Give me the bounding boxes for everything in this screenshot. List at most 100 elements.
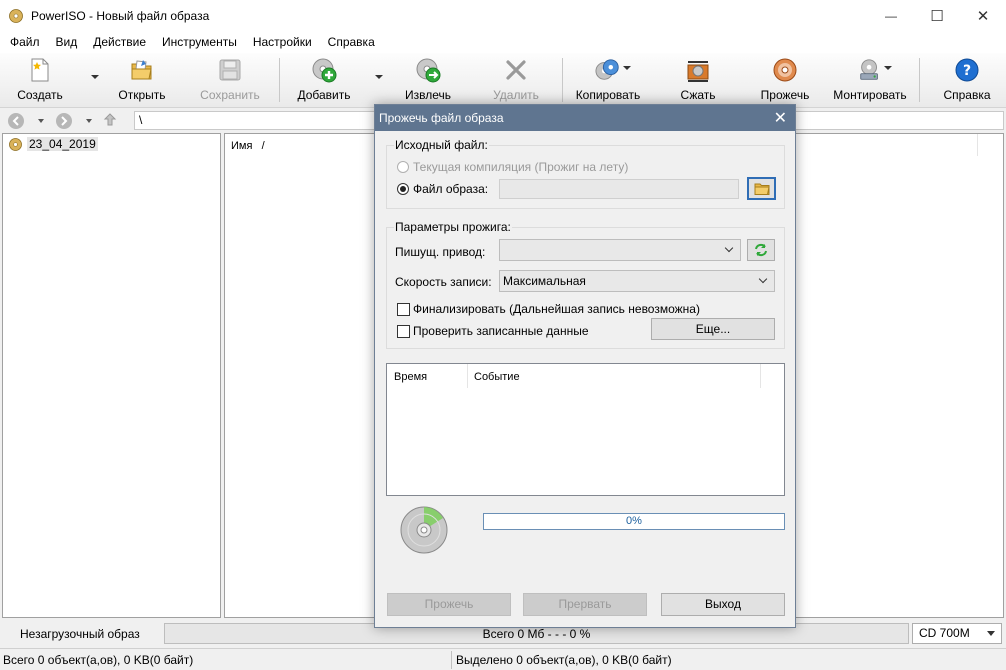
objects-selected: Выделено 0 объект(а,ов), 0 KB(0 байт) (456, 653, 672, 667)
disc-icon (9, 8, 23, 23)
delete-label: Удалить (493, 88, 539, 102)
status-separator (451, 651, 452, 669)
dialog-close-icon[interactable]: ✕ (774, 108, 787, 128)
column-header-event[interactable]: Событие (474, 371, 520, 383)
drive-select[interactable] (499, 239, 741, 261)
radio-image-label: Файл образа: (413, 182, 489, 196)
menu-file[interactable]: Файл (2, 35, 48, 49)
total-size-text: Всего 0 Мб - - - 0 % (482, 627, 591, 641)
window-title: PowerISO - Новый файл образа (31, 8, 210, 23)
extract-button[interactable]: Извлечь (404, 57, 452, 103)
close-icon: ✕ (976, 7, 990, 25)
folder-tree[interactable]: 23_04_2019 (2, 133, 221, 618)
new-file-icon (27, 57, 53, 83)
add-icon (311, 57, 337, 83)
objects-total: Всего 0 объект(а,ов), 0 KB(0 байт) (3, 653, 194, 667)
extract-icon (415, 57, 441, 83)
media-type-select[interactable]: CD 700M (912, 623, 1002, 644)
open-label: Открыть (118, 88, 166, 102)
source-group: Исходный файл: (386, 138, 785, 209)
mount-dropdown-icon[interactable] (884, 66, 892, 70)
abort-button[interactable]: Прервать (523, 593, 647, 616)
add-button[interactable]: Добавить (296, 57, 352, 103)
dialog-title-bar: Прожечь файл образа ✕ (375, 105, 795, 131)
forward-arrow-icon[interactable] (56, 113, 72, 129)
params-group-label: Параметры прожига: (394, 220, 512, 234)
copy-label: Копировать (575, 88, 641, 102)
sort-indicator-icon: / (261, 140, 265, 152)
radio-image-file[interactable]: Файл образа: (397, 182, 488, 196)
up-folder-icon[interactable] (102, 112, 118, 131)
speed-label: Скорость записи: (395, 275, 492, 289)
browse-button[interactable] (747, 177, 776, 200)
column-header-name[interactable]: Имя / (231, 140, 265, 152)
back-arrow-icon[interactable] (8, 113, 24, 129)
refresh-drives-button[interactable] (747, 239, 775, 261)
media-type-value: CD 700M (919, 626, 970, 640)
compress-button[interactable]: Сжать (678, 57, 718, 103)
open-button[interactable]: Открыть (116, 57, 168, 103)
add-label: Добавить (297, 88, 351, 102)
save-label: Сохранить (200, 88, 260, 102)
speed-select[interactable]: Максимальная (499, 270, 775, 292)
toolbar-separator (562, 58, 563, 102)
help-label: Справка (943, 88, 991, 102)
more-button[interactable]: Еще... (651, 318, 775, 340)
verify-checkbox[interactable]: Проверить записанные данные (397, 324, 589, 338)
title-bar: PowerISO - Новый файл образа — ☐ ✕ (0, 0, 1006, 31)
mount-button[interactable]: Монтировать (833, 57, 907, 103)
exit-button[interactable]: Выход (661, 593, 785, 616)
burn-disc-icon (772, 57, 798, 83)
mount-label: Монтировать (833, 88, 907, 102)
finalize-checkbox[interactable]: Финализировать (Дальнейшая запись невозм… (397, 302, 700, 316)
radio-compilation-label: Текущая компиляция (Прожиг на лету) (413, 160, 629, 174)
column-separator (467, 364, 468, 388)
create-button[interactable]: Создать (17, 57, 63, 103)
copy-dropdown-icon[interactable] (623, 66, 631, 70)
log-table[interactable]: Время Событие (386, 363, 785, 496)
menu-bar: Файл Вид Действие Инструменты Настройки … (0, 31, 1006, 53)
refresh-icon (755, 243, 767, 257)
toolbar: Создать Открыть Сохранить Добавить Извле… (0, 53, 1006, 108)
column-separator (760, 364, 761, 388)
toolbar-separator (279, 58, 280, 102)
finalize-label: Финализировать (Дальнейшая запись невозм… (413, 302, 700, 316)
menu-action[interactable]: Действие (85, 35, 154, 49)
chevron-down-icon (758, 274, 768, 284)
save-button[interactable]: Сохранить (200, 57, 260, 103)
back-dropdown-icon[interactable] (38, 119, 44, 123)
copy-button[interactable]: Копировать (574, 57, 642, 103)
delete-button[interactable]: Удалить (490, 57, 542, 103)
column-name-label: Имя (231, 140, 253, 152)
disc-icon (399, 505, 449, 558)
minimize-icon: — (885, 8, 897, 23)
menu-settings[interactable]: Настройки (245, 35, 320, 49)
toolbar-separator (919, 58, 920, 102)
maximize-icon: ☐ (930, 7, 944, 25)
radio-current-compilation[interactable]: Текущая компиляция (Прожиг на лету) (397, 160, 628, 174)
help-button[interactable]: ? Справка (943, 57, 991, 103)
minimize-button[interactable]: — (868, 0, 914, 31)
add-dropdown-icon[interactable] (375, 75, 383, 79)
drive-label: Пишущ. привод: (395, 245, 486, 259)
close-button[interactable]: ✕ (960, 0, 1006, 31)
forward-dropdown-icon[interactable] (86, 119, 92, 123)
burn-start-button[interactable]: Прожечь (387, 593, 511, 616)
verify-label: Проверить записанные данные (413, 324, 589, 338)
menu-help[interactable]: Справка (320, 35, 383, 49)
create-dropdown-icon[interactable] (91, 75, 99, 79)
open-folder-icon (129, 57, 155, 83)
menu-tools[interactable]: Инструменты (154, 35, 245, 49)
radio-circle (397, 161, 409, 173)
disc-icon (9, 137, 22, 151)
image-path-input[interactable] (499, 179, 739, 199)
tree-node-label: 23_04_2019 (27, 137, 98, 151)
folder-icon (754, 183, 770, 195)
burn-button[interactable]: Прожечь (760, 57, 810, 103)
burn-progress-text: 0% (626, 515, 642, 527)
chevron-down-icon (724, 243, 734, 253)
maximize-button[interactable]: ☐ (914, 0, 960, 31)
menu-view[interactable]: Вид (48, 35, 86, 49)
tree-node-root[interactable]: 23_04_2019 (9, 137, 98, 151)
column-header-time[interactable]: Время (394, 371, 427, 383)
